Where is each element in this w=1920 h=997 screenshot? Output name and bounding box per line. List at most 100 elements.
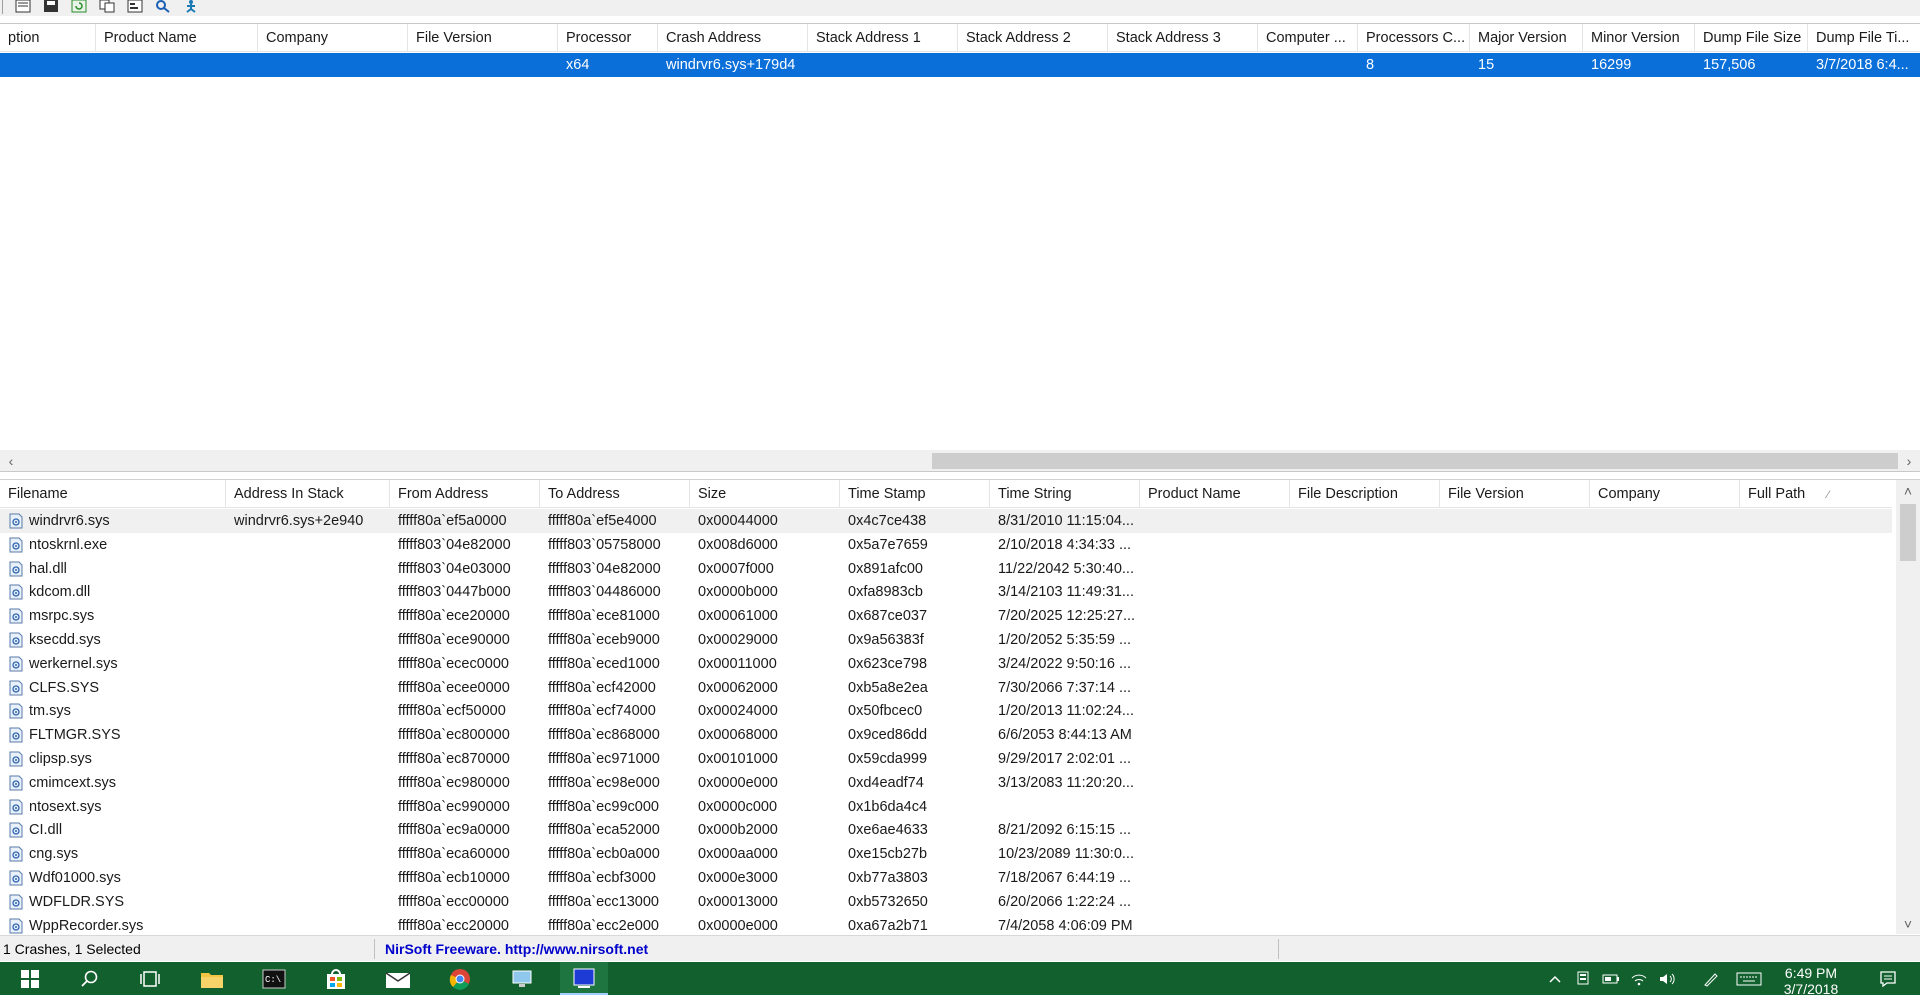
column-header-product-name-2[interactable]: Product Name: [1140, 480, 1290, 508]
module-row[interactable]: kdcom.dll fffff803`0447b000 fffff803`04486…: [0, 580, 1892, 604]
copy-icon[interactable]: [98, 0, 116, 14]
module-row[interactable]: ntosext.sys fffff80a`ec990000 fffff80a`ec9…: [0, 795, 1892, 819]
column-header-time-stamp[interactable]: Time Stamp: [840, 480, 990, 508]
cell-time-stamp: 0xa67a2b71: [848, 917, 928, 934]
chrome-icon[interactable]: [438, 962, 482, 995]
column-header-major-version[interactable]: Major Version: [1470, 24, 1583, 52]
module-row[interactable]: msrpc.sys fffff80a`ece20000 fffff80a`ece81…: [0, 604, 1892, 628]
module-row[interactable]: cmimcext.sys fffff80a`ec980000 fffff80a`ec…: [0, 771, 1892, 795]
module-row[interactable]: WDFLDR.SYS fffff80a`ecc00000 fffff80a`ecc1…: [0, 890, 1892, 914]
module-row[interactable]: ksecdd.sys fffff80a`ece90000 fffff80a`eceb…: [0, 628, 1892, 652]
module-file-icon: [8, 537, 24, 553]
crash-row-selected[interactable]: x64 windrvr6.sys+179d4 8 15 16299 157,50…: [0, 53, 1920, 77]
scroll-up-icon[interactable]: ˄: [1896, 480, 1920, 502]
column-header-file-version-2[interactable]: File Version: [1440, 480, 1590, 508]
command-prompt-icon[interactable]: C:\: [252, 962, 296, 995]
find-icon[interactable]: [154, 0, 172, 14]
taskbar-clock[interactable]: 6:49 PM 3/7/2018: [1766, 965, 1856, 997]
column-header-address-in-stack[interactable]: Address In Stack: [226, 480, 390, 508]
scroll-right-icon[interactable]: ›: [1898, 450, 1920, 471]
column-header-product-name[interactable]: Product Name: [96, 24, 258, 52]
bluescreenview-icon[interactable]: [560, 962, 608, 995]
module-row[interactable]: tm.sys fffff80a`ecf50000 fffff80a`ecf74000…: [0, 699, 1892, 723]
properties-icon[interactable]: [126, 0, 144, 14]
module-row[interactable]: hal.dll fffff803`04e03000 fffff803`04e8200…: [0, 557, 1892, 581]
column-header-processors-count[interactable]: Processors C...: [1358, 24, 1470, 52]
column-header-file-description[interactable]: File Description: [1290, 480, 1440, 508]
module-list[interactable]: Filename Address In Stack From Address T…: [0, 479, 1920, 934]
action-center-icon[interactable]: [1866, 962, 1910, 995]
vertical-scroll-thumb[interactable]: [1900, 504, 1916, 561]
cell-time-stamp: 0x9ced86dd: [848, 727, 928, 744]
crash-list[interactable]: ption Product Name Company File Version …: [0, 23, 1920, 472]
remote-desktop-icon[interactable]: [500, 962, 544, 995]
column-header-processor[interactable]: Processor: [558, 24, 658, 52]
column-header-filename[interactable]: Filename: [0, 480, 226, 508]
show-hidden-icons-icon[interactable]: [1542, 962, 1568, 995]
exit-icon[interactable]: [182, 0, 200, 14]
module-row[interactable]: FLTMGR.SYS fffff80a`ec800000 fffff80a`ec86…: [0, 723, 1892, 747]
column-header-stack-address-3[interactable]: Stack Address 3: [1108, 24, 1258, 52]
store-icon[interactable]: [314, 962, 358, 995]
module-row[interactable]: CI.dll fffff80a`ec9a0000 fffff80a`eca52000…: [0, 818, 1892, 842]
wifi-icon[interactable]: [1626, 962, 1652, 995]
refresh-icon[interactable]: [70, 0, 88, 14]
column-header-minor-version[interactable]: Minor Version: [1583, 24, 1695, 52]
cell-filename: ksecdd.sys: [29, 632, 101, 648]
column-header-file-version[interactable]: File Version: [408, 24, 558, 52]
network-adapter-icon[interactable]: [1570, 962, 1596, 995]
column-header-dump-file-size[interactable]: Dump File Size: [1695, 24, 1808, 52]
horizontal-scrollbar[interactable]: ‹ ›: [0, 450, 1920, 471]
volume-icon[interactable]: [1654, 962, 1680, 995]
vertical-scrollbar[interactable]: ˄ ˅: [1896, 480, 1920, 934]
column-header-to-address[interactable]: To Address: [540, 480, 690, 508]
cell-size: 0x00068000: [698, 727, 778, 744]
module-row[interactable]: Wdf01000.sys fffff80a`ecb10000 fffff80a`ec…: [0, 866, 1892, 890]
start-windows-icon[interactable]: [8, 962, 52, 995]
module-row[interactable]: WppRecorder.sys fffff80a`ecc20000 fffff80a…: [0, 914, 1892, 934]
search-icon[interactable]: [68, 962, 112, 995]
horizontal-scroll-thumb[interactable]: [932, 453, 1898, 469]
cell-time-string: 9/29/2017 2:02:01 ...: [998, 751, 1132, 767]
module-row[interactable]: werkernel.sys fffff80a`ecec0000 fffff80a`e…: [0, 652, 1892, 676]
module-list-header: Filename Address In Stack From Address T…: [0, 480, 1892, 508]
column-header-computer-name[interactable]: Computer ...: [1258, 24, 1358, 52]
column-header-crash-address[interactable]: Crash Address: [658, 24, 808, 52]
module-row[interactable]: cng.sys fffff80a`eca60000 fffff80a`ecb0a00…: [0, 842, 1892, 866]
mail-icon[interactable]: [376, 962, 420, 995]
module-file-icon: [8, 775, 24, 791]
scroll-down-icon[interactable]: ˅: [1896, 913, 1920, 934]
cell-minor-version: 16299: [1591, 57, 1632, 73]
cell-time-stamp: 0x687ce037: [848, 608, 928, 625]
cell-address-in-stack: [226, 866, 390, 890]
nirsoft-link[interactable]: NirSoft Freeware. http://www.nirsoft.net: [382, 936, 1282, 962]
task-view-icon[interactable]: [128, 962, 172, 995]
column-header-from-address[interactable]: From Address: [390, 480, 540, 508]
column-header-stack-address-1[interactable]: Stack Address 1: [808, 24, 958, 52]
scroll-left-icon[interactable]: ‹: [0, 450, 22, 471]
battery-icon[interactable]: [1598, 962, 1624, 995]
module-row[interactable]: clipsp.sys fffff80a`ec870000 fffff80a`ec97…: [0, 747, 1892, 771]
save-icon[interactable]: [42, 0, 60, 14]
cell-time-stamp: 0x59cda999: [848, 751, 928, 767]
column-header-description[interactable]: ption: [0, 24, 96, 52]
pen-workspace-icon[interactable]: [1696, 962, 1726, 995]
cell-from-address: fffff80a`ece90000: [398, 632, 510, 648]
cell-filename: ntoskrnl.exe: [29, 536, 108, 553]
module-row[interactable]: ntoskrnl.exe fffff803`04e82000 fffff803`05…: [0, 533, 1892, 557]
cell-from-address: fffff80a`ecf50000: [398, 703, 506, 720]
cell-address-in-stack: [226, 557, 390, 581]
touch-keyboard-icon[interactable]: [1732, 962, 1766, 995]
module-row[interactable]: CLFS.SYS fffff80a`ecee0000 fffff80a`ecf420…: [0, 676, 1892, 700]
open-icon[interactable]: [14, 0, 32, 14]
column-header-time-string[interactable]: Time String: [990, 480, 1140, 508]
column-header-company[interactable]: Company: [258, 24, 408, 52]
module-row[interactable]: windrvr6.sys windrvr6.sys+2e940 fffff80a`e…: [0, 509, 1892, 533]
file-explorer-icon[interactable]: [190, 962, 234, 995]
column-header-size[interactable]: Size: [690, 480, 840, 508]
column-header-stack-address-2[interactable]: Stack Address 2: [958, 24, 1108, 52]
column-header-company-2[interactable]: Company: [1590, 480, 1740, 508]
cell-size: 0x00024000: [698, 703, 778, 720]
column-header-full-path[interactable]: Full Path ⁄: [1740, 480, 1892, 508]
column-header-dump-file-time[interactable]: Dump File Ti...: [1808, 24, 1920, 52]
